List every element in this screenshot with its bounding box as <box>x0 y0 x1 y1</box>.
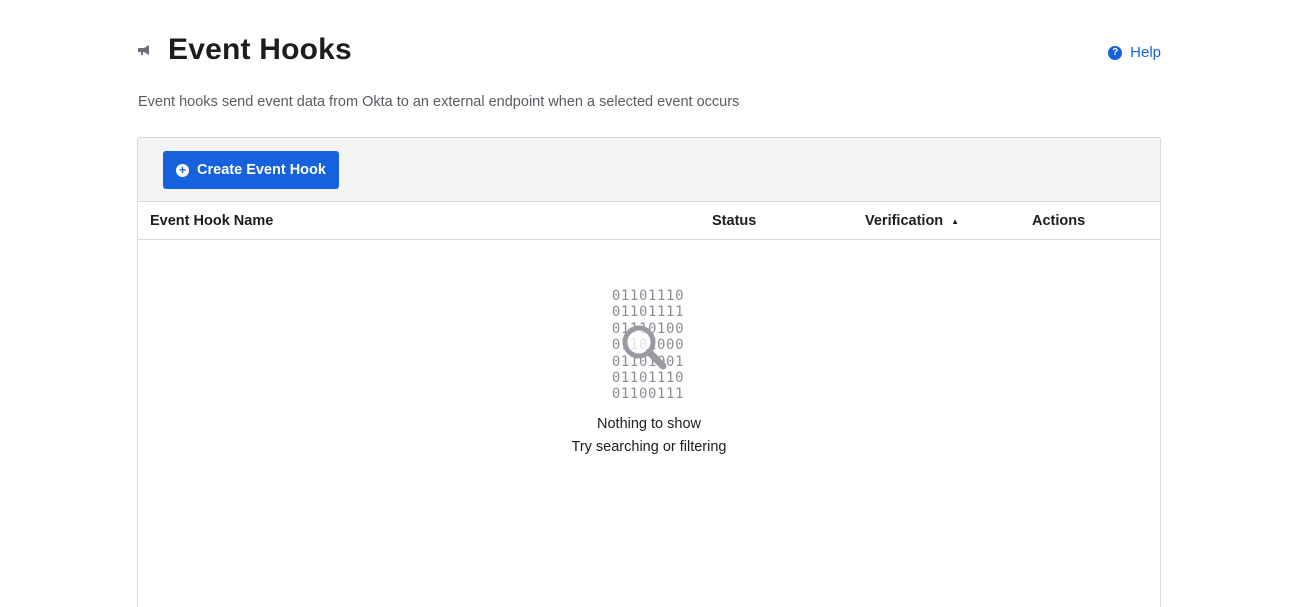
column-header-event-hook-name[interactable]: Event Hook Name <box>150 213 273 229</box>
binary-line: 01101110 <box>611 288 685 304</box>
page: Event Hooks ? Help Event hooks send even… <box>0 0 1300 607</box>
magnifier-icon <box>617 322 673 377</box>
question-circle-icon: ? <box>1108 45 1123 60</box>
table-toolbar: + Create Event Hook <box>138 138 1160 202</box>
empty-state-title: Nothing to show <box>597 416 701 433</box>
empty-state: 01101110 01101111 01110100 01101000 0110… <box>138 288 1160 455</box>
binary-line: 01100111 <box>611 386 685 403</box>
binary-illustration: 01101110 01101111 01110100 01101000 0110… <box>603 288 693 403</box>
page-header: Event Hooks ? Help <box>137 30 1161 70</box>
event-hooks-table-panel: + Create Event Hook Event Hook Name Stat… <box>137 137 1161 607</box>
column-header-verification[interactable]: Verification ▲ <box>865 213 959 229</box>
column-header-status[interactable]: Status <box>712 213 756 229</box>
help-link[interactable]: ? Help <box>1108 44 1161 61</box>
megaphone-icon <box>137 42 153 58</box>
column-header-verification-label: Verification <box>865 213 944 229</box>
plus-circle-icon: + <box>176 163 190 177</box>
sort-ascending-icon: ▲ <box>951 216 960 226</box>
page-title: Event Hooks <box>168 33 352 66</box>
help-label: Help <box>1130 44 1161 61</box>
binary-line: 01101111 <box>611 304 685 321</box>
create-event-hook-button[interactable]: + Create Event Hook <box>163 151 339 189</box>
column-header-actions: Actions <box>1032 213 1086 229</box>
empty-state-hint: Try searching or filtering <box>571 439 727 456</box>
page-description: Event hooks send event data from Okta to… <box>138 94 740 110</box>
table-header-row: Event Hook Name Status Verification ▲ Ac… <box>138 202 1160 240</box>
create-event-hook-label: Create Event Hook <box>197 162 326 178</box>
